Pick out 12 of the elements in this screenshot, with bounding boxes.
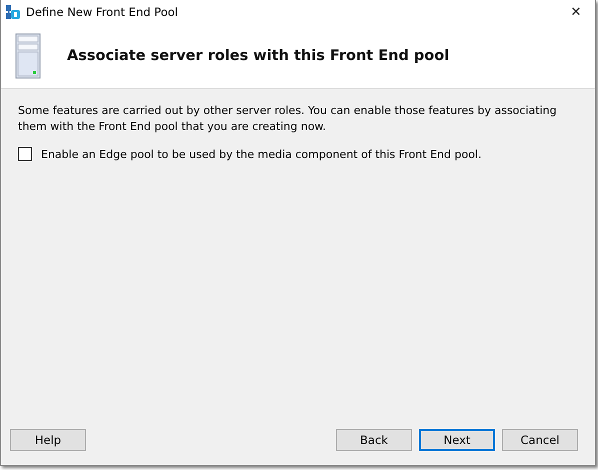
dialog-button[interactable]: Cancel — [502, 429, 578, 451]
close-button[interactable]: ✕ — [561, 4, 591, 20]
dialog-button[interactable]: Next — [419, 429, 495, 451]
app-icon — [5, 4, 21, 20]
description-text: Some features are carried out by other server roles. You can enable those features by associating them with the Front End pool that you are creating now. — [18, 103, 558, 135]
server-icon — [15, 33, 41, 79]
checkbox-label: Enable an Edge pool to be used by the media component of this Front End pool. — [41, 148, 482, 160]
checkbox[interactable] — [18, 147, 32, 161]
dialog-button[interactable]: Help — [10, 429, 86, 451]
dialog-button[interactable]: Back — [336, 429, 412, 451]
page-heading: Associate server roles with this Front End pool — [67, 48, 450, 64]
window-title: Define New Front End Pool — [26, 5, 179, 19]
